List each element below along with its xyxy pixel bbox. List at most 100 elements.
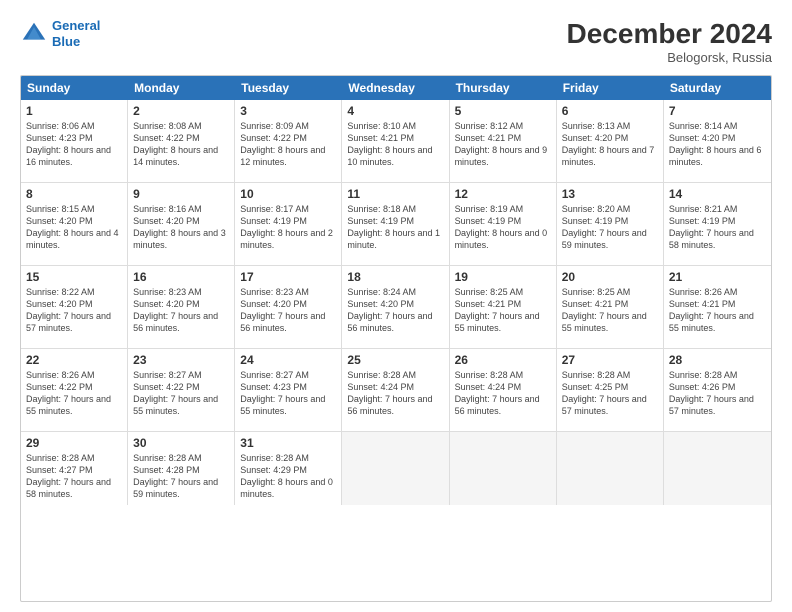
logo: General Blue xyxy=(20,18,100,49)
calendar-cell-5-2: 30Sunrise: 8:28 AM Sunset: 4:28 PM Dayli… xyxy=(128,432,235,505)
calendar-cell-5-6 xyxy=(557,432,664,505)
day-info: Sunrise: 8:23 AM Sunset: 4:20 PM Dayligh… xyxy=(133,286,229,335)
calendar-cell-4-2: 23 Sunrise: 8:27 AM Sunset: 4:22 PM Dayli… xyxy=(128,349,235,431)
calendar-cell-3-5: 19Sunrise: 8:25 AM Sunset: 4:21 PM Dayli… xyxy=(450,266,557,348)
day-info: Sunrise: 8:24 AM Sunset: 4:20 PM Dayligh… xyxy=(347,286,443,335)
calendar-cell-2-6: 13 Sunrise: 8:20 AM Sunset: 4:19 PM Dayli… xyxy=(557,183,664,265)
calendar-cell-2-3: 10Sunrise: 8:17 AM Sunset: 4:19 PM Dayli… xyxy=(235,183,342,265)
logo-text: General Blue xyxy=(52,18,100,49)
day-number: 17 xyxy=(240,270,336,284)
day-number: 8 xyxy=(26,187,122,201)
day-number: 26 xyxy=(455,353,551,367)
day-info: Sunrise: 8:06 AM Sunset: 4:23 PM Dayligh… xyxy=(26,120,122,169)
calendar-cell-1-1: 1 Sunrise: 8:06 AM Sunset: 4:23 PM Daylig… xyxy=(21,100,128,182)
weekday-sunday: Sunday xyxy=(21,76,128,100)
weekday-friday: Friday xyxy=(557,76,664,100)
day-info: Sunrise: 8:13 AM Sunset: 4:20 PM Dayligh… xyxy=(562,120,658,169)
day-info: Sunrise: 8:27 AM Sunset: 4:22 PM Dayligh… xyxy=(133,369,229,418)
calendar-cell-4-5: 26 Sunrise: 8:28 AM Sunset: 4:24 PM Dayli… xyxy=(450,349,557,431)
calendar-cell-3-6: 20 Sunrise: 8:25 AM Sunset: 4:21 PM Dayli… xyxy=(557,266,664,348)
calendar-cell-4-1: 22Sunrise: 8:26 AM Sunset: 4:22 PM Dayli… xyxy=(21,349,128,431)
page: General Blue December 2024 Belogorsk, Ru… xyxy=(0,0,792,612)
day-info: Sunrise: 8:09 AM Sunset: 4:22 PM Dayligh… xyxy=(240,120,336,169)
day-info: Sunrise: 8:22 AM Sunset: 4:20 PM Dayligh… xyxy=(26,286,122,335)
calendar-cell-5-4 xyxy=(342,432,449,505)
calendar-cell-1-7: 7 Sunrise: 8:14 AM Sunset: 4:20 PM Daylig… xyxy=(664,100,771,182)
day-number: 21 xyxy=(669,270,766,284)
day-number: 25 xyxy=(347,353,443,367)
weekday-wednesday: Wednesday xyxy=(342,76,449,100)
day-info: Sunrise: 8:08 AM Sunset: 4:22 PM Dayligh… xyxy=(133,120,229,169)
calendar-cell-5-5 xyxy=(450,432,557,505)
calendar-cell-3-4: 18Sunrise: 8:24 AM Sunset: 4:20 PM Dayli… xyxy=(342,266,449,348)
weekday-tuesday: Tuesday xyxy=(235,76,342,100)
calendar-cell-3-7: 21 Sunrise: 8:26 AM Sunset: 4:21 PM Dayli… xyxy=(664,266,771,348)
day-info: Sunrise: 8:25 AM Sunset: 4:21 PM Dayligh… xyxy=(562,286,658,335)
calendar-cell-4-6: 27 Sunrise: 8:28 AM Sunset: 4:25 PM Dayli… xyxy=(557,349,664,431)
calendar-cell-3-1: 15 Sunrise: 8:22 AM Sunset: 4:20 PM Dayli… xyxy=(21,266,128,348)
day-number: 2 xyxy=(133,104,229,118)
day-info: Sunrise: 8:20 AM Sunset: 4:19 PM Dayligh… xyxy=(562,203,658,252)
calendar-row-5: 29 Sunrise: 8:28 AM Sunset: 4:27 PM Dayli… xyxy=(21,431,771,505)
day-info: Sunrise: 8:28 AM Sunset: 4:28 PM Dayligh… xyxy=(133,452,229,501)
day-number: 23 xyxy=(133,353,229,367)
calendar-cell-1-4: 4Sunrise: 8:10 AM Sunset: 4:21 PM Daylig… xyxy=(342,100,449,182)
calendar-header: Sunday Monday Tuesday Wednesday Thursday… xyxy=(21,76,771,100)
day-info: Sunrise: 8:17 AM Sunset: 4:19 PM Dayligh… xyxy=(240,203,336,252)
day-number: 4 xyxy=(347,104,443,118)
calendar-cell-2-4: 11 Sunrise: 8:18 AM Sunset: 4:19 PM Dayli… xyxy=(342,183,449,265)
day-info: Sunrise: 8:16 AM Sunset: 4:20 PM Dayligh… xyxy=(133,203,229,252)
day-number: 12 xyxy=(455,187,551,201)
calendar-cell-5-7 xyxy=(664,432,771,505)
calendar-cell-1-2: 2 Sunrise: 8:08 AM Sunset: 4:22 PM Daylig… xyxy=(128,100,235,182)
logo-line1: General xyxy=(52,18,100,33)
day-number: 6 xyxy=(562,104,658,118)
day-info: Sunrise: 8:15 AM Sunset: 4:20 PM Dayligh… xyxy=(26,203,122,252)
logo-icon xyxy=(20,20,48,48)
calendar-cell-1-5: 5 Sunrise: 8:12 AM Sunset: 4:21 PM Daylig… xyxy=(450,100,557,182)
calendar-cell-4-3: 24Sunrise: 8:27 AM Sunset: 4:23 PM Dayli… xyxy=(235,349,342,431)
calendar-cell-5-1: 29 Sunrise: 8:28 AM Sunset: 4:27 PM Dayli… xyxy=(21,432,128,505)
day-number: 7 xyxy=(669,104,766,118)
calendar-cell-2-7: 14Sunrise: 8:21 AM Sunset: 4:19 PM Dayli… xyxy=(664,183,771,265)
day-info: Sunrise: 8:26 AM Sunset: 4:22 PM Dayligh… xyxy=(26,369,122,418)
day-info: Sunrise: 8:28 AM Sunset: 4:25 PM Dayligh… xyxy=(562,369,658,418)
calendar-row-4: 22Sunrise: 8:26 AM Sunset: 4:22 PM Dayli… xyxy=(21,348,771,431)
title-block: December 2024 Belogorsk, Russia xyxy=(567,18,772,65)
day-number: 20 xyxy=(562,270,658,284)
day-number: 5 xyxy=(455,104,551,118)
day-info: Sunrise: 8:26 AM Sunset: 4:21 PM Dayligh… xyxy=(669,286,766,335)
calendar-cell-2-2: 9 Sunrise: 8:16 AM Sunset: 4:20 PM Daylig… xyxy=(128,183,235,265)
weekday-monday: Monday xyxy=(128,76,235,100)
day-number: 11 xyxy=(347,187,443,201)
calendar-body: 1 Sunrise: 8:06 AM Sunset: 4:23 PM Daylig… xyxy=(21,100,771,505)
calendar-row-2: 8 Sunrise: 8:15 AM Sunset: 4:20 PM Daylig… xyxy=(21,182,771,265)
calendar-cell-4-7: 28Sunrise: 8:28 AM Sunset: 4:26 PM Dayli… xyxy=(664,349,771,431)
day-info: Sunrise: 8:28 AM Sunset: 4:24 PM Dayligh… xyxy=(455,369,551,418)
day-info: Sunrise: 8:25 AM Sunset: 4:21 PM Dayligh… xyxy=(455,286,551,335)
calendar-cell-2-5: 12 Sunrise: 8:19 AM Sunset: 4:19 PM Dayli… xyxy=(450,183,557,265)
calendar-cell-2-1: 8 Sunrise: 8:15 AM Sunset: 4:20 PM Daylig… xyxy=(21,183,128,265)
logo-line2: Blue xyxy=(52,34,80,49)
day-info: Sunrise: 8:28 AM Sunset: 4:29 PM Dayligh… xyxy=(240,452,336,501)
weekday-saturday: Saturday xyxy=(664,76,771,100)
weekday-thursday: Thursday xyxy=(450,76,557,100)
day-number: 28 xyxy=(669,353,766,367)
day-info: Sunrise: 8:18 AM Sunset: 4:19 PM Dayligh… xyxy=(347,203,443,252)
day-info: Sunrise: 8:19 AM Sunset: 4:19 PM Dayligh… xyxy=(455,203,551,252)
day-number: 29 xyxy=(26,436,122,450)
day-number: 9 xyxy=(133,187,229,201)
calendar-row-1: 1 Sunrise: 8:06 AM Sunset: 4:23 PM Daylig… xyxy=(21,100,771,182)
day-info: Sunrise: 8:14 AM Sunset: 4:20 PM Dayligh… xyxy=(669,120,766,169)
calendar: Sunday Monday Tuesday Wednesday Thursday… xyxy=(20,75,772,602)
day-number: 15 xyxy=(26,270,122,284)
day-info: Sunrise: 8:21 AM Sunset: 4:19 PM Dayligh… xyxy=(669,203,766,252)
day-info: Sunrise: 8:12 AM Sunset: 4:21 PM Dayligh… xyxy=(455,120,551,169)
day-number: 13 xyxy=(562,187,658,201)
day-info: Sunrise: 8:28 AM Sunset: 4:27 PM Dayligh… xyxy=(26,452,122,501)
calendar-cell-3-3: 17Sunrise: 8:23 AM Sunset: 4:20 PM Dayli… xyxy=(235,266,342,348)
day-number: 27 xyxy=(562,353,658,367)
day-number: 1 xyxy=(26,104,122,118)
calendar-row-3: 15 Sunrise: 8:22 AM Sunset: 4:20 PM Dayli… xyxy=(21,265,771,348)
day-info: Sunrise: 8:28 AM Sunset: 4:24 PM Dayligh… xyxy=(347,369,443,418)
